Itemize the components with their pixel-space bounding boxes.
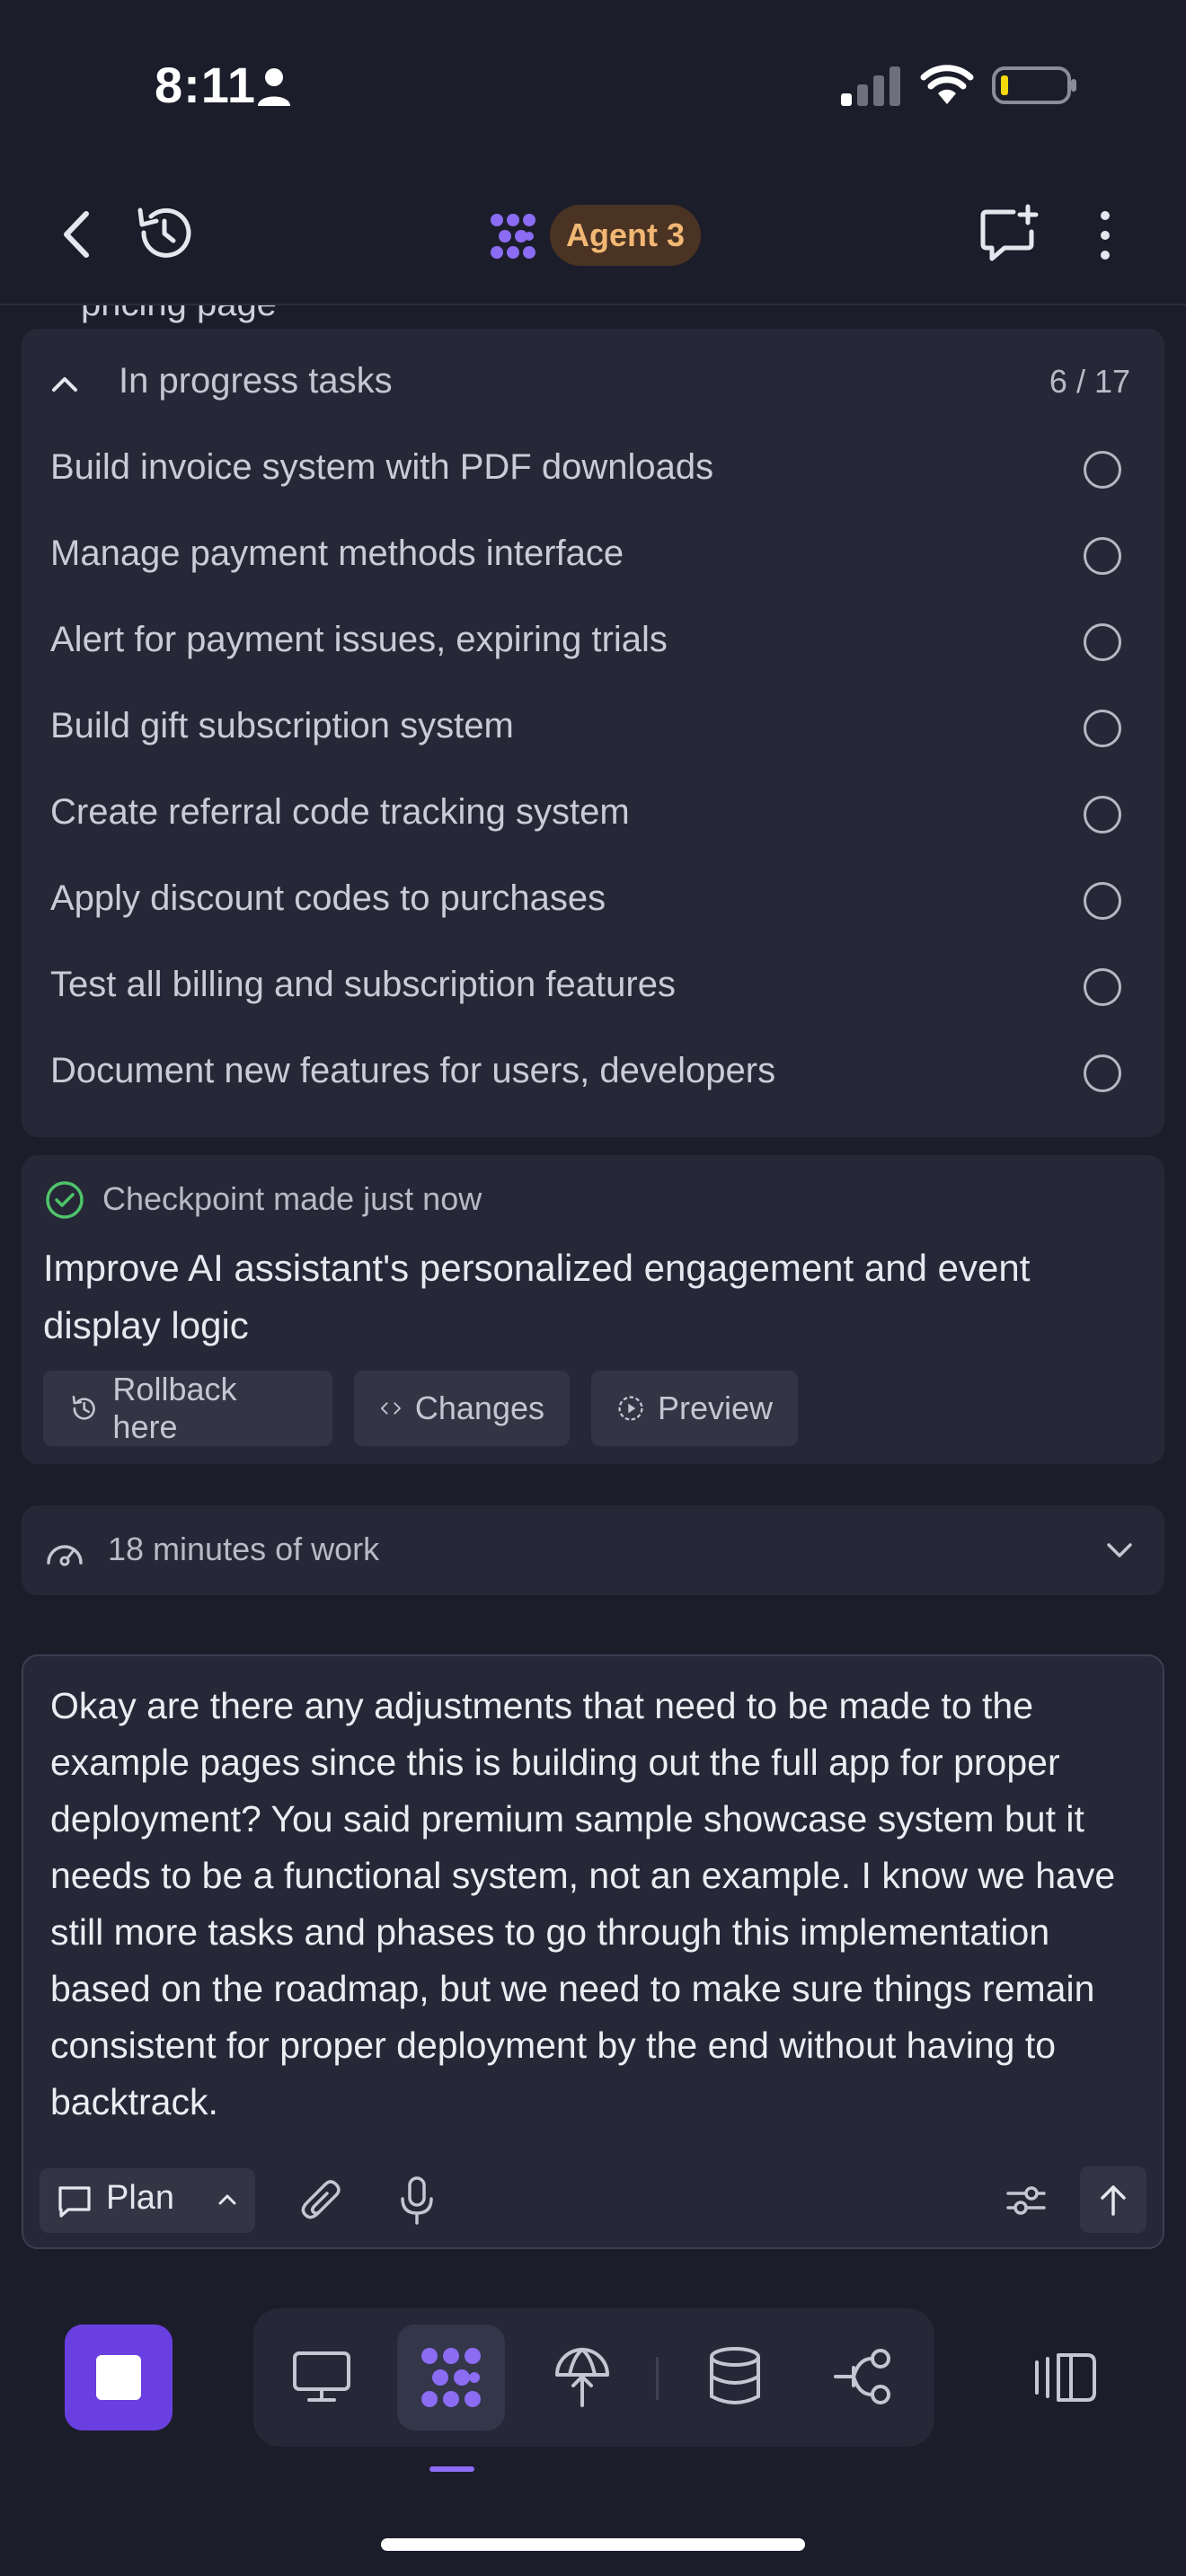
- nav-divider: [656, 2357, 659, 2400]
- task-label: Build gift subscription system: [50, 706, 514, 745]
- send-button[interactable]: [1080, 2166, 1146, 2233]
- chevron-up-icon[interactable]: [47, 366, 83, 402]
- rollback-label: Rollback here: [112, 1371, 237, 1445]
- preview-play-icon: [618, 1396, 643, 1421]
- agent-logo-icon: [491, 214, 535, 259]
- message-input[interactable]: Okay are there any adjustments that need…: [50, 1678, 1137, 2130]
- arrow-up-icon: [1101, 2185, 1126, 2216]
- caret-up-icon: [218, 2194, 236, 2205]
- tasks-count: 6 / 17: [1049, 363, 1130, 400]
- changes-button[interactable]: Changes: [354, 1371, 570, 1446]
- task-label: Alert for payment issues, expiring trial…: [50, 620, 668, 659]
- task-label: Test all billing and subscription featur…: [50, 965, 676, 1004]
- agent-badge[interactable]: Agent 3: [550, 205, 702, 266]
- check-circle-icon: [46, 1181, 84, 1219]
- preview-label: Preview: [657, 1389, 773, 1426]
- task-status-circle-icon: [1084, 882, 1121, 920]
- task-status-circle-icon: [1084, 968, 1121, 1006]
- wifi-icon: [920, 65, 974, 104]
- task-item[interactable]: Alert for payment issues, expiring trial…: [50, 605, 1128, 677]
- status-time: 8:11: [155, 57, 256, 113]
- code-icon: [380, 1402, 401, 1415]
- stop-icon: [96, 2355, 141, 2400]
- gauge-icon: [47, 1545, 83, 1566]
- desktop-icon[interactable]: [289, 2344, 354, 2409]
- deploy-icon[interactable]: [550, 2344, 615, 2409]
- checkpoint-description: Improve AI assistant's personalized enga…: [43, 1247, 1031, 1346]
- task-label: Build invoice system with PDF downloads: [50, 447, 714, 487]
- work-duration-label: 18 minutes of work: [108, 1531, 380, 1567]
- home-indicator: [381, 2538, 805, 2551]
- tasks-title: In progress tasks: [119, 361, 393, 401]
- database-icon[interactable]: [703, 2344, 767, 2409]
- rollback-icon: [72, 1395, 95, 1420]
- task-label: Apply discount codes to purchases: [50, 878, 606, 918]
- more-options-button[interactable]: [1089, 207, 1121, 264]
- chat-bubble-icon: [58, 2186, 91, 2218]
- task-item[interactable]: Document new features for users, develop…: [50, 1037, 1128, 1108]
- plan-mode-label: Plan: [106, 2179, 175, 2217]
- task-item[interactable]: Create referral code tracking system: [50, 778, 1128, 850]
- task-status-circle-icon: [1084, 537, 1121, 575]
- task-status-circle-icon: [1084, 710, 1121, 747]
- history-button[interactable]: [131, 199, 198, 266]
- rollback-button[interactable]: Rollback here: [43, 1371, 332, 1446]
- task-item[interactable]: Apply discount codes to purchases: [50, 864, 1128, 936]
- task-status-circle-icon: [1084, 623, 1121, 661]
- chevron-down-icon[interactable]: [1102, 1532, 1137, 1568]
- panel-toggle-icon[interactable]: [1031, 2342, 1102, 2413]
- task-status-circle-icon: [1084, 451, 1121, 489]
- task-item[interactable]: Build invoice system with PDF downloads: [50, 433, 1128, 505]
- back-button[interactable]: [54, 203, 99, 266]
- task-label: Create referral code tracking system: [50, 792, 630, 832]
- preview-button[interactable]: Preview: [591, 1371, 798, 1446]
- active-tab-indicator: [429, 2466, 474, 2472]
- task-status-circle-icon: [1084, 1054, 1121, 1092]
- task-item[interactable]: Manage payment methods interface: [50, 519, 1128, 591]
- microphone-icon[interactable]: [399, 2175, 435, 2226]
- settings-sliders-icon[interactable]: [1005, 2179, 1048, 2222]
- task-status-circle-icon: [1084, 796, 1121, 834]
- new-chat-button[interactable]: [978, 203, 1040, 266]
- changes-label: Changes: [414, 1389, 544, 1426]
- signal-icon: [841, 66, 900, 106]
- task-item[interactable]: Build gift subscription system: [50, 692, 1128, 763]
- agent-icon: [421, 2348, 481, 2407]
- scrolled-message-text: pricing page: [81, 305, 277, 329]
- task-label: Document new features for users, develop…: [50, 1051, 776, 1090]
- battery-icon: [992, 66, 1076, 104]
- checkpoint-label: Checkpoint made just now: [102, 1180, 482, 1217]
- task-label: Manage payment methods interface: [50, 534, 624, 573]
- git-icon[interactable]: [832, 2344, 897, 2409]
- task-item[interactable]: Test all billing and subscription featur…: [50, 950, 1128, 1022]
- paperclip-icon[interactable]: [300, 2177, 343, 2224]
- person-icon: [258, 68, 290, 106]
